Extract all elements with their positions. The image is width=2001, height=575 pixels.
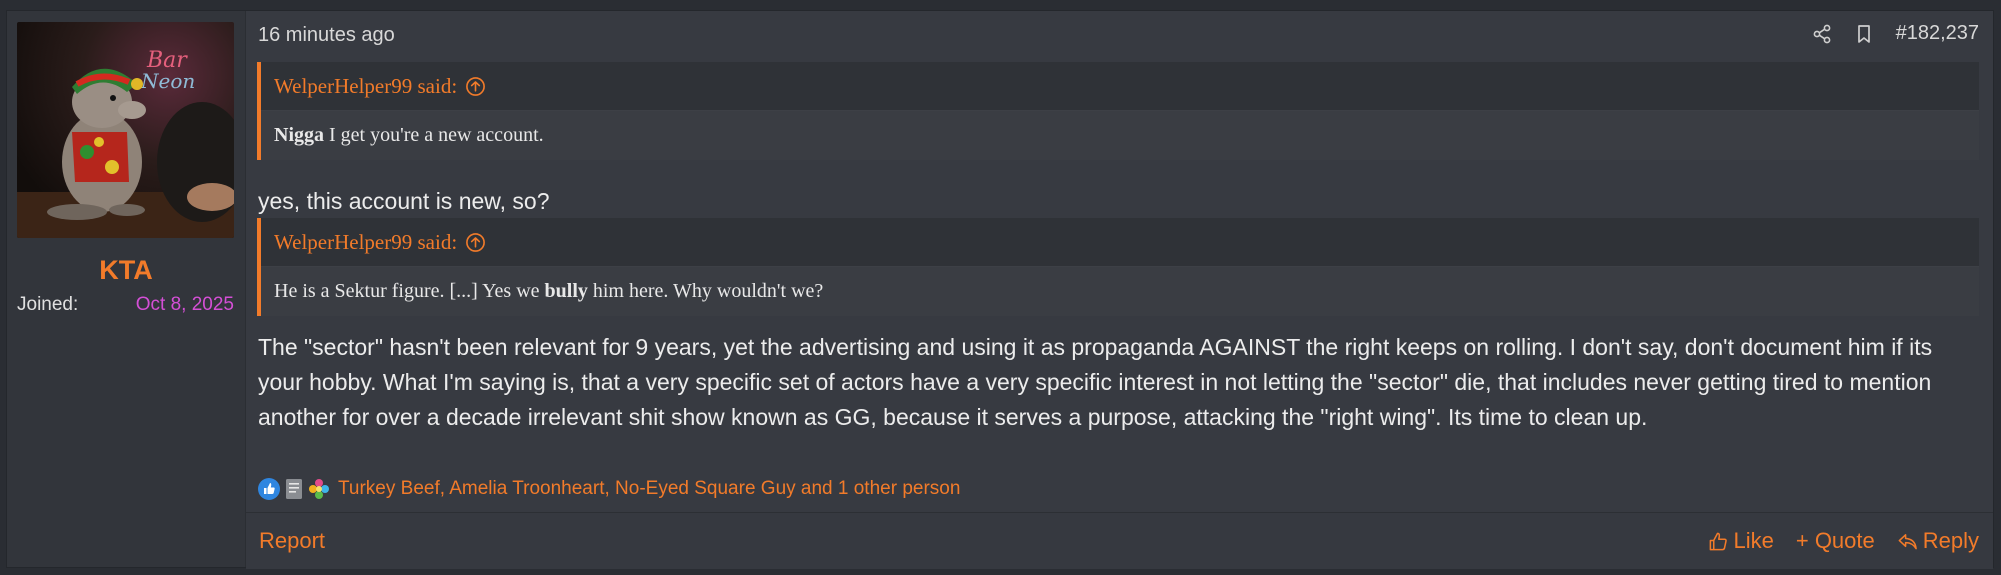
share-icon[interactable] — [1812, 24, 1832, 44]
joined-label: Joined: — [17, 294, 79, 315]
post-footer-actions: Like + Quote Reply — [1708, 528, 1979, 554]
like-label: Like — [1733, 528, 1774, 553]
quote-body: Nigga I get you're a new account. — [261, 111, 1979, 160]
thumbs-up-icon — [1709, 532, 1727, 550]
reply-label: Reply — [1922, 528, 1979, 553]
post-footer: Report Like + Quote Reply — [246, 512, 1993, 569]
like-reaction-icon — [258, 478, 280, 500]
svg-text:Neon: Neon — [140, 69, 195, 93]
quote-bold-word: Nigga — [274, 124, 324, 146]
quote-text-a: He is a Sektur figure. [...] Yes we — [274, 280, 545, 302]
message-text-2: The "sector" hasn't been relevant for 9 … — [258, 334, 1933, 430]
quote-author[interactable]: WelperHelper99 said: — [274, 230, 457, 255]
post-number[interactable]: #182,237 — [1896, 22, 1979, 45]
user-sidebar: Bar Neon KTA Joined: Oct 8, 2025 — [7, 11, 246, 567]
quote-block-2: WelperHelper99 said: He is a Sektur figu… — [257, 218, 1979, 316]
arrow-up-circle-icon[interactable] — [465, 232, 486, 253]
quote-header[interactable]: WelperHelper99 said: — [261, 62, 1979, 111]
quote-body: He is a Sektur figure. [...] Yes we bull… — [261, 267, 1979, 316]
quote-button[interactable]: + Quote — [1796, 528, 1875, 554]
arrow-up-circle-icon[interactable] — [465, 76, 486, 97]
bookmark-icon[interactable] — [1854, 24, 1874, 44]
reply-button[interactable]: Reply — [1897, 528, 1979, 554]
forum-post: Bar Neon KTA Joined: Oct 8, 2025 16 minu… — [6, 10, 1994, 569]
post-main: 16 minutes ago #182,237 WelperHelper99 s… — [246, 11, 1993, 569]
quote-author[interactable]: WelperHelper99 said: — [274, 74, 457, 99]
reactors-list[interactable]: Turkey Beef, Amelia Troonheart, No-Eyed … — [338, 478, 960, 500]
quote-bold-word: bully — [544, 280, 588, 302]
reply-arrow-icon — [1898, 533, 1917, 549]
reactions-bar[interactable]: Turkey Beef, Amelia Troonheart, No-Eyed … — [257, 477, 960, 501]
like-button[interactable]: Like — [1708, 528, 1774, 554]
message-text-1: yes, this account is new, so? — [258, 188, 550, 214]
report-button[interactable]: Report — [259, 528, 325, 554]
quote-block-1: WelperHelper99 said: Nigga I get you're … — [257, 62, 1979, 160]
joined-date: Oct 8, 2025 — [135, 294, 234, 315]
flower-reaction-icon — [309, 479, 329, 499]
quote-header[interactable]: WelperHelper99 said: — [261, 218, 1979, 267]
post-timestamp[interactable]: 16 minutes ago — [258, 24, 395, 47]
post-header-actions: #182,237 — [1812, 22, 1979, 45]
quote-text: I get you're a new account. — [324, 124, 544, 146]
avatar[interactable]: Bar Neon — [17, 22, 234, 238]
username[interactable]: KTA — [7, 255, 245, 286]
quote-text-b: him here. Why wouldn't we? — [587, 280, 824, 302]
document-reaction-icon — [286, 479, 302, 499]
quote-label: + Quote — [1795, 528, 1875, 553]
